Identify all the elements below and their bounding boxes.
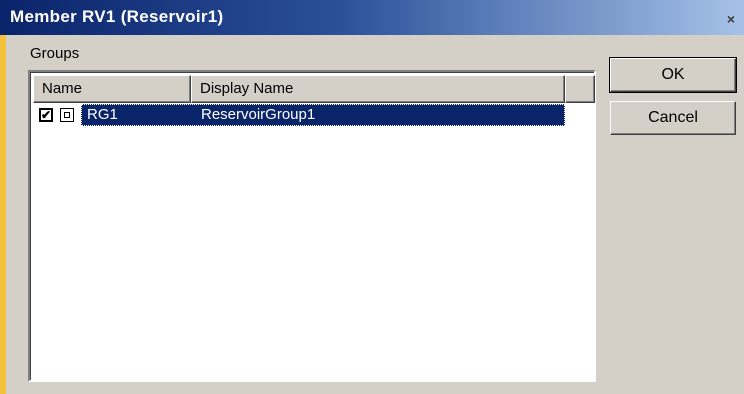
group-checkbox[interactable]: ✔ [39,108,53,122]
groups-list[interactable]: Name Display Name ✔ RG1 ReservoirGroup1 [28,70,596,382]
ok-button[interactable]: OK [609,57,737,93]
group-name-cell: RG1 [87,106,118,123]
selection-highlight [81,104,565,126]
list-item[interactable]: ✔ RG1 ReservoirGroup1 [33,104,593,126]
groups-label: Groups [30,45,80,62]
list-header: Name Display Name [33,75,595,103]
group-display-name-cell: ReservoirGroup1 [201,106,316,123]
cancel-button[interactable]: Cancel [610,101,736,135]
member-dialog: Member RV1 (Reservoir1) × Groups Name Di… [0,0,744,394]
close-icon[interactable]: × [722,10,740,28]
column-header-display-name[interactable]: Display Name [191,75,565,103]
window-title: Member RV1 (Reservoir1) [10,7,224,26]
group-item-icon [60,108,74,122]
column-header-filler [565,75,595,103]
column-header-name[interactable]: Name [33,75,191,103]
title-bar[interactable]: Member RV1 (Reservoir1) × [0,0,744,35]
